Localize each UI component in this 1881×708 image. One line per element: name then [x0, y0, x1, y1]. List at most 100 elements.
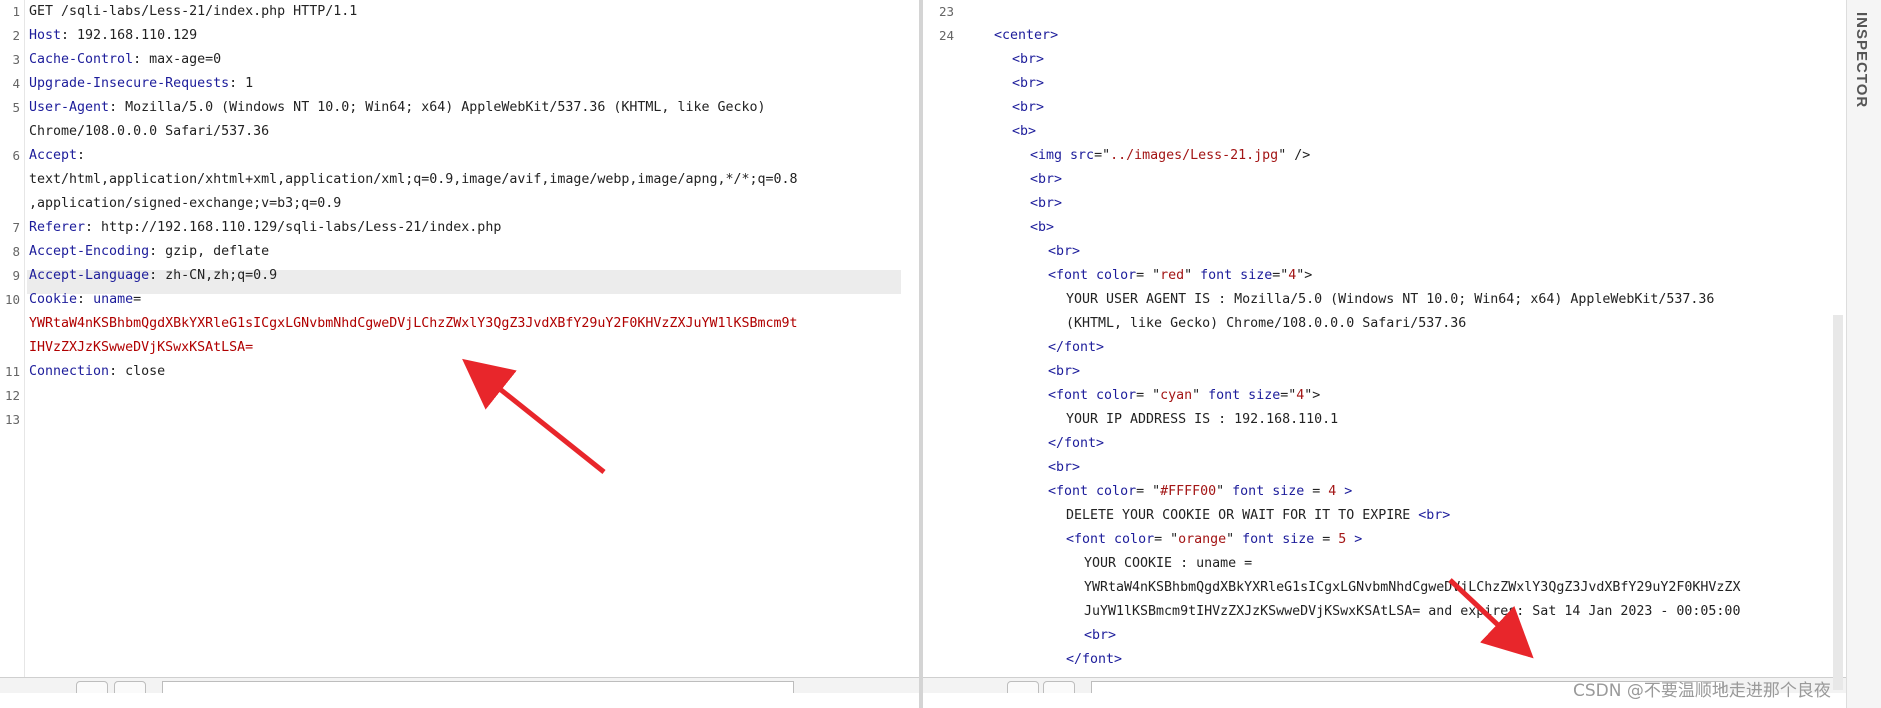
- token: font size: [1242, 532, 1315, 547]
- response-line: <font color= "red" font size="4">: [923, 264, 1846, 288]
- code-text: YWRtaW4nKSBhbmQgdXBkYXRleG1sICgxLGNvbmNh…: [29, 312, 798, 336]
- token: color: [1114, 532, 1155, 547]
- settings-button[interactable]: [76, 681, 108, 693]
- request-line: 5 User-Agent: Mozilla/5.0 (Windows NT 10.…: [0, 96, 919, 120]
- line-number: 11: [4, 364, 20, 379]
- code-text: </font>: [1066, 648, 1122, 672]
- code-text: <b>: [1030, 216, 1054, 240]
- request-line: 13: [0, 408, 919, 432]
- line-number: 9: [12, 268, 20, 283]
- line-number: 12: [4, 388, 20, 403]
- code-text: Connection: close: [29, 360, 165, 384]
- code-text: <br>: [1012, 96, 1044, 120]
- code-text: YWRtaW4nKSBhbmQgdXBkYXRleG1sICgxLGNvbmNh…: [1084, 576, 1740, 600]
- token: =": [1094, 148, 1111, 163]
- token: </: [1066, 652, 1083, 667]
- code-text: </font>: [1048, 432, 1104, 456]
- code-text: YOUR IP ADDRESS IS : 192.168.110.1: [1066, 408, 1338, 432]
- token: ": [1192, 388, 1209, 403]
- token: <br>: [1418, 508, 1451, 523]
- code-text: </font>: [1048, 336, 1104, 360]
- code-text: User-Agent: Mozilla/5.0 (Windows NT 10.0…: [29, 96, 766, 120]
- token: =: [1304, 484, 1329, 499]
- request-line: 9 Accept-Language: zh-CN,zh;q=0.9: [0, 264, 919, 288]
- token: :: [77, 292, 94, 307]
- request-editor[interactable]: 1 GET /sqli-labs/Less-21/index.php HTTP/1…: [0, 0, 919, 693]
- token: : close: [109, 364, 166, 379]
- response-line: JuYW1lKSBmcm9tIHVzZXJzKSwweDVjKSwxKSAtLS…: [923, 600, 1846, 624]
- code-text: <font color= "orange" font size = 5 >: [1066, 528, 1362, 552]
- token: <br>: [1048, 364, 1081, 379]
- code-text: Accept-Encoding: gzip, deflate: [29, 240, 269, 264]
- token: cyan: [1160, 388, 1193, 403]
- response-line: </font>: [923, 648, 1846, 672]
- token: <font: [1048, 388, 1097, 403]
- response-scrollbar[interactable]: [1833, 315, 1843, 690]
- token: YOUR USER AGENT IS : Mozilla/5.0 (Window…: [1066, 292, 1715, 307]
- token: Cache-Control: [29, 52, 134, 67]
- line-number: 23: [938, 4, 954, 19]
- token: <br>: [1012, 76, 1045, 91]
- request-search-input[interactable]: [162, 681, 794, 693]
- response-line: (KHTML, like Gecko) Chrome/108.0.0.0 Saf…: [923, 312, 1846, 336]
- token: = ": [1154, 532, 1179, 547]
- token: <font: [1048, 268, 1097, 283]
- response-line: <br>: [923, 456, 1846, 480]
- token: <font: [1066, 532, 1115, 547]
- token: Cookie: [29, 292, 78, 307]
- token: : max-age=0: [133, 52, 222, 67]
- token: YWRtaW4nKSBhbmQgdXBkYXRleG1sICgxLGNvbmNh…: [29, 316, 798, 331]
- token: = ": [1136, 484, 1161, 499]
- request-line: 3 Cache-Control: max-age=0: [0, 48, 919, 72]
- prev-button[interactable]: [1043, 681, 1075, 693]
- response-line: <br>: [923, 624, 1846, 648]
- token: =: [133, 292, 142, 307]
- token: #FFFF00: [1160, 484, 1217, 499]
- token: IHVzZXJzKSwweDVjKSwxKSAtLSA=: [29, 340, 254, 355]
- request-line: 11 Connection: close: [0, 360, 919, 384]
- response-line: <br>: [923, 72, 1846, 96]
- response-line: <br>: [923, 96, 1846, 120]
- token: Accept: [29, 148, 78, 163]
- code-text: <font color= "cyan" font size="4">: [1048, 384, 1320, 408]
- code-text: YOUR COOKIE : uname =: [1084, 552, 1252, 576]
- response-viewer[interactable]: 23 24 <center> <br> <br> <br> <b> <img src="../…: [923, 0, 1846, 693]
- request-line: Chrome/108.0.0.0 Safari/537.36: [0, 120, 919, 144]
- token: </: [1048, 340, 1065, 355]
- code-text: DELETE YOUR COOKIE OR WAIT FOR IT TO EXP…: [1066, 504, 1450, 528]
- token: <img: [1030, 148, 1071, 163]
- code-text: Cache-Control: max-age=0: [29, 48, 221, 72]
- token: <br>: [1048, 460, 1081, 475]
- request-line: 12: [0, 384, 919, 408]
- code-text: <b>: [1012, 120, 1036, 144]
- inspector-panel-tab[interactable]: INSPECTOR: [1846, 0, 1881, 708]
- token: Referer: [29, 220, 86, 235]
- request-line: 2 Host: 192.168.110.129: [0, 24, 919, 48]
- line-number: 24: [938, 28, 954, 43]
- settings-button[interactable]: [1007, 681, 1039, 693]
- token: User-Agent: [29, 100, 110, 115]
- prev-button[interactable]: [114, 681, 146, 693]
- token: font size: [1232, 484, 1305, 499]
- response-line: <font color= "cyan" font size="4">: [923, 384, 1846, 408]
- code-text: Upgrade-Insecure-Requests: 1: [29, 72, 253, 96]
- token: =": [1280, 388, 1297, 403]
- response-line: <b>: [923, 216, 1846, 240]
- token: src: [1070, 148, 1095, 163]
- response-line: </font>: [923, 336, 1846, 360]
- token: : zh-CN,zh;q=0.9: [149, 268, 278, 283]
- code-text: IHVzZXJzKSwweDVjKSwxKSAtLSA=: [29, 336, 253, 360]
- code-text: text/html,application/xhtml+xml,applicat…: [29, 168, 798, 192]
- code-text: ,application/signed-exchange;v=b3;q=0.9: [29, 192, 341, 216]
- code-text: Accept-Language: zh-CN,zh;q=0.9: [29, 264, 277, 288]
- token: ">: [1304, 388, 1321, 403]
- code-text: GET /sqli-labs/Less-21/index.php HTTP/1.…: [29, 0, 357, 24]
- response-line: <font color= "#FFFF00" font size = 4 >: [923, 480, 1846, 504]
- token: <br>: [1084, 628, 1117, 643]
- token: Host: [29, 28, 62, 43]
- request-line: ,application/signed-exchange;v=b3;q=0.9: [0, 192, 919, 216]
- code-text: YOUR USER AGENT IS : Mozilla/5.0 (Window…: [1066, 288, 1714, 312]
- response-line: DELETE YOUR COOKIE OR WAIT FOR IT TO EXP…: [923, 504, 1846, 528]
- code-text: <center>: [994, 24, 1058, 48]
- token: font: [1064, 436, 1097, 451]
